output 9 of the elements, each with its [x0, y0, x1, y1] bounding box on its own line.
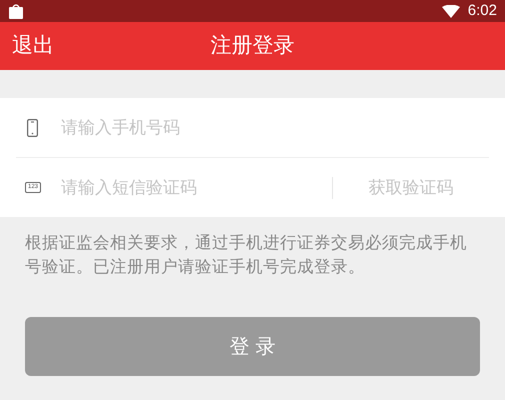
notice-text: 根据证监会相关要求，通过手机进行证券交易必须完成手机号验证。已注册用户请验证手机号完成登录。: [24, 233, 468, 278]
back-button[interactable]: 退出: [12, 30, 54, 62]
status-time: 6:02: [468, 0, 497, 21]
wifi-icon: [442, 4, 460, 18]
phone-icon: [27, 118, 38, 136]
bag-icon: [8, 4, 24, 18]
code-field[interactable]: 请输入短信验证码: [61, 174, 332, 200]
header-title: 注册登录: [210, 33, 294, 60]
phone-field[interactable]: 请输入手机号码: [61, 114, 489, 140]
